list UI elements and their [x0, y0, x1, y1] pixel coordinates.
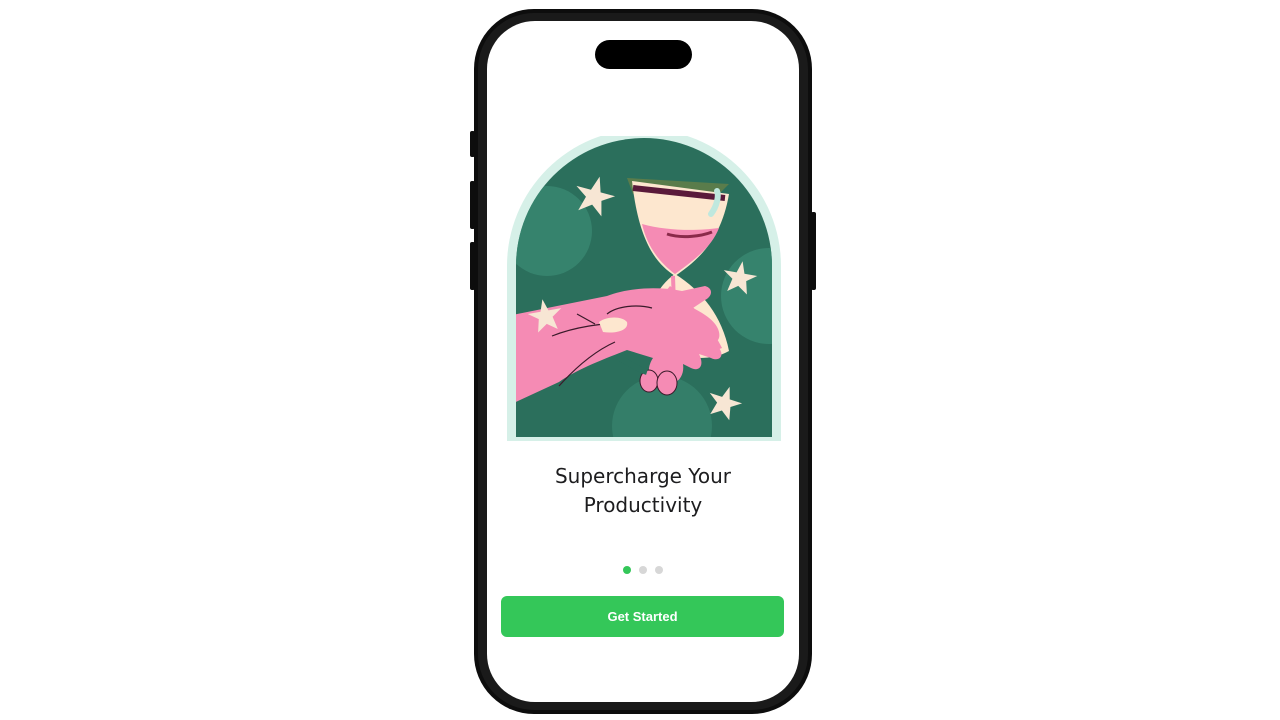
- headline-line-2: Productivity: [583, 493, 703, 517]
- page-indicator: [487, 566, 799, 574]
- page-dot-2[interactable]: [639, 566, 647, 574]
- headline-line-1: Supercharge Your: [554, 464, 731, 488]
- phone-frame: Supercharge Your Productivity Get Starte…: [474, 9, 812, 714]
- get-started-button[interactable]: Get Started: [501, 596, 784, 637]
- dynamic-island: [595, 40, 692, 69]
- page-dot-3[interactable]: [655, 566, 663, 574]
- hourglass-illustration: [507, 136, 781, 441]
- onboarding-screen: Supercharge Your Productivity Get Starte…: [487, 21, 799, 702]
- canvas: Supercharge Your Productivity Get Starte…: [0, 0, 1280, 720]
- onboarding-title: Supercharge Your Productivity: [487, 462, 799, 520]
- page-dot-1[interactable]: [623, 566, 631, 574]
